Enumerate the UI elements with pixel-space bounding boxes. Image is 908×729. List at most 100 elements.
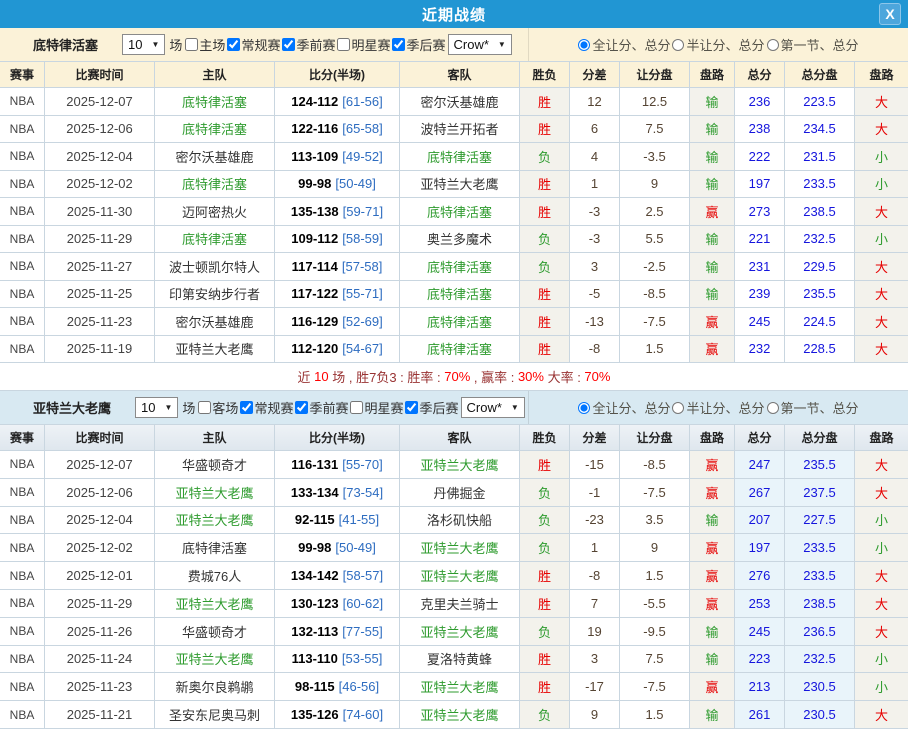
filter-checkbox[interactable] xyxy=(337,38,350,51)
filter-label-text: 季后赛 xyxy=(419,398,458,417)
cell-point-diff: 3 xyxy=(570,646,620,673)
cell-handicap-line: -2.5 xyxy=(620,253,690,280)
column-header: 主队 xyxy=(155,425,275,450)
table-row: NBA2025-12-02底特律活塞99-98[50-49]亚特兰大老鹰负19赢… xyxy=(0,534,908,562)
cell-total-line: 237.5 xyxy=(785,479,855,506)
close-icon[interactable]: X xyxy=(879,3,901,25)
cell-score: 98-115[46-56] xyxy=(275,673,400,700)
cell-away-team: 亚特兰大老鹰 xyxy=(400,701,520,728)
odds-mode-radio[interactable] xyxy=(767,402,779,414)
cell-point-diff: 1 xyxy=(570,534,620,561)
summary-segment: 近 xyxy=(298,367,315,386)
cell-point-diff: 12 xyxy=(570,88,620,115)
filter-checkbox[interactable] xyxy=(405,401,418,414)
cell-away-team: 底特律活塞 xyxy=(400,143,520,170)
cell-home-team: 底特律活塞 xyxy=(155,116,275,143)
cell-handicap-result: 输 xyxy=(690,143,735,170)
cell-result: 负 xyxy=(520,143,570,170)
cell-away-team: 洛杉矶快船 xyxy=(400,507,520,534)
cell-score: 112-120[54-67] xyxy=(275,336,400,363)
odds-mode-radio[interactable] xyxy=(578,39,590,51)
filter-checkbox[interactable] xyxy=(282,38,295,51)
summary-segment: , 赢率 : xyxy=(470,367,518,386)
cell-league: NBA xyxy=(0,336,45,363)
cell-home-team: 密尔沃基雄鹿 xyxy=(155,308,275,335)
cell-total-points: 213 xyxy=(735,673,785,700)
table-row: NBA2025-12-07底特律活塞124-112[61-56]密尔沃基雄鹿胜1… xyxy=(0,88,908,116)
cell-date: 2025-11-30 xyxy=(45,198,155,225)
dropdown-arrow-icon: ▼ xyxy=(164,403,172,412)
odds-mode-radio-label: 第一节、总分 xyxy=(767,398,859,417)
cell-over-under: 小 xyxy=(855,673,908,700)
cell-away-team: 密尔沃基雄鹿 xyxy=(400,88,520,115)
cell-away-team: 亚特兰大老鹰 xyxy=(400,673,520,700)
cell-result: 胜 xyxy=(520,198,570,225)
cell-handicap-result: 输 xyxy=(690,618,735,645)
cell-over-under: 大 xyxy=(855,88,908,115)
cell-result: 负 xyxy=(520,253,570,280)
cell-league: NBA xyxy=(0,507,45,534)
cell-handicap-line: 1.5 xyxy=(620,701,690,728)
cell-result: 负 xyxy=(520,534,570,561)
filter-checkbox[interactable] xyxy=(392,38,405,51)
half-time-score: [55-70] xyxy=(342,457,382,472)
half-time-score: [50-49] xyxy=(335,176,375,191)
column-header: 总分盘 xyxy=(785,62,855,87)
cell-total-points: 232 xyxy=(735,336,785,363)
filter-checkbox[interactable] xyxy=(227,38,240,51)
cell-total-line: 238.5 xyxy=(785,198,855,225)
filter-checkbox[interactable] xyxy=(295,401,308,414)
filter-checkbox[interactable] xyxy=(240,401,253,414)
half-time-score: [52-69] xyxy=(342,314,382,329)
odds-mode-radio-label: 半让分、总分 xyxy=(672,398,764,417)
cell-total-points: 261 xyxy=(735,701,785,728)
table-row: NBA2025-11-24亚特兰大老鹰113-110[53-55]夏洛特黄蜂胜3… xyxy=(0,646,908,674)
bookmaker-select[interactable]: Crow*▼ xyxy=(448,34,512,55)
cell-total-line: 235.5 xyxy=(785,451,855,478)
cell-date: 2025-12-01 xyxy=(45,562,155,589)
cell-total-points: 197 xyxy=(735,171,785,198)
odds-mode-radio-label: 全让分、总分 xyxy=(578,35,670,54)
filter-checkbox-label: 季后赛 xyxy=(403,398,458,417)
cell-league: NBA xyxy=(0,451,45,478)
final-score: 134-142 xyxy=(291,568,339,583)
table-row: NBA2025-11-23密尔沃基雄鹿116-129[52-69]底特律活塞胜-… xyxy=(0,308,908,336)
games-count-select[interactable]: 10▼ xyxy=(122,34,165,55)
odds-mode-radio[interactable] xyxy=(672,402,684,414)
bookmaker-select[interactable]: Crow*▼ xyxy=(461,397,525,418)
odds-mode-radio[interactable] xyxy=(578,402,590,414)
cell-score: 117-122[55-71] xyxy=(275,281,400,308)
games-suffix-label: 场 xyxy=(169,35,182,54)
cell-point-diff: 6 xyxy=(570,116,620,143)
cell-point-diff: -3 xyxy=(570,198,620,225)
cell-away-team: 亚特兰大老鹰 xyxy=(400,618,520,645)
final-score: 132-113 xyxy=(291,624,338,639)
filter-checkbox[interactable] xyxy=(185,38,198,51)
games-count-select[interactable]: 10▼ xyxy=(135,397,178,418)
cell-total-line: 233.5 xyxy=(785,171,855,198)
cell-total-line: 233.5 xyxy=(785,534,855,561)
column-header: 客队 xyxy=(400,62,520,87)
cell-date: 2025-12-06 xyxy=(45,116,155,143)
cell-total-points: 245 xyxy=(735,618,785,645)
odds-mode-radio[interactable] xyxy=(672,39,684,51)
cell-away-team: 底特律活塞 xyxy=(400,281,520,308)
cell-handicap-line: 9 xyxy=(620,171,690,198)
column-header: 比赛时间 xyxy=(45,62,155,87)
cell-score: 135-138[59-71] xyxy=(275,198,400,225)
cell-total-points: 222 xyxy=(735,143,785,170)
cell-date: 2025-11-21 xyxy=(45,701,155,728)
cell-total-points: 223 xyxy=(735,646,785,673)
filter-checkbox[interactable] xyxy=(198,401,211,414)
half-time-score: [74-60] xyxy=(343,707,383,722)
cell-handicap-line: 1.5 xyxy=(620,336,690,363)
cell-result: 负 xyxy=(520,226,570,253)
cell-result: 胜 xyxy=(520,673,570,700)
final-score: 109-112 xyxy=(291,231,338,246)
half-time-score: [57-58] xyxy=(342,259,382,274)
filter-label-text: 季前赛 xyxy=(296,35,335,54)
column-header: 总分 xyxy=(735,62,785,87)
odds-mode-radio[interactable] xyxy=(767,39,779,51)
cell-score: 113-110[53-55] xyxy=(275,646,400,673)
filter-checkbox[interactable] xyxy=(350,401,363,414)
